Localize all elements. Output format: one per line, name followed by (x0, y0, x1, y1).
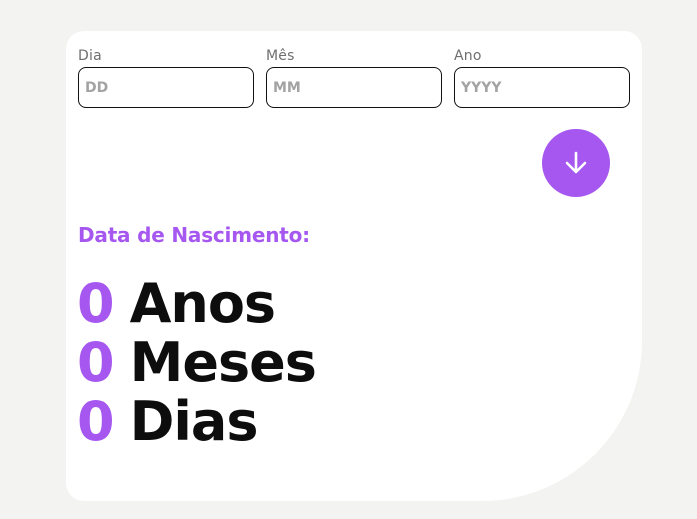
years-value: 0 (77, 272, 115, 335)
months-result: 0 Meses (77, 331, 317, 394)
day-field-group: Dia (78, 47, 254, 108)
years-unit: Anos (129, 272, 276, 335)
birth-date-heading: Data de Nascimento: (78, 223, 310, 247)
year-input[interactable] (454, 67, 630, 108)
day-input[interactable] (78, 67, 254, 108)
days-unit: Dias (129, 390, 259, 453)
month-field-group: Mês (266, 47, 442, 108)
months-unit: Meses (129, 331, 317, 394)
day-label: Dia (78, 48, 102, 64)
month-label: Mês (266, 48, 295, 64)
years-result: 0 Anos (77, 272, 276, 335)
age-calculator-card: Dia Mês Ano Data de Nascimento: 0Anos 0M… (66, 31, 642, 501)
days-value: 0 (77, 390, 115, 453)
year-field-group: Ano (454, 47, 630, 108)
year-label: Ano (454, 48, 482, 64)
month-input[interactable] (266, 67, 442, 108)
days-result: 0 Dias (77, 392, 258, 452)
arrow-down-icon (562, 149, 590, 177)
months-value: 0 (77, 331, 115, 394)
submit-button[interactable] (542, 129, 610, 197)
